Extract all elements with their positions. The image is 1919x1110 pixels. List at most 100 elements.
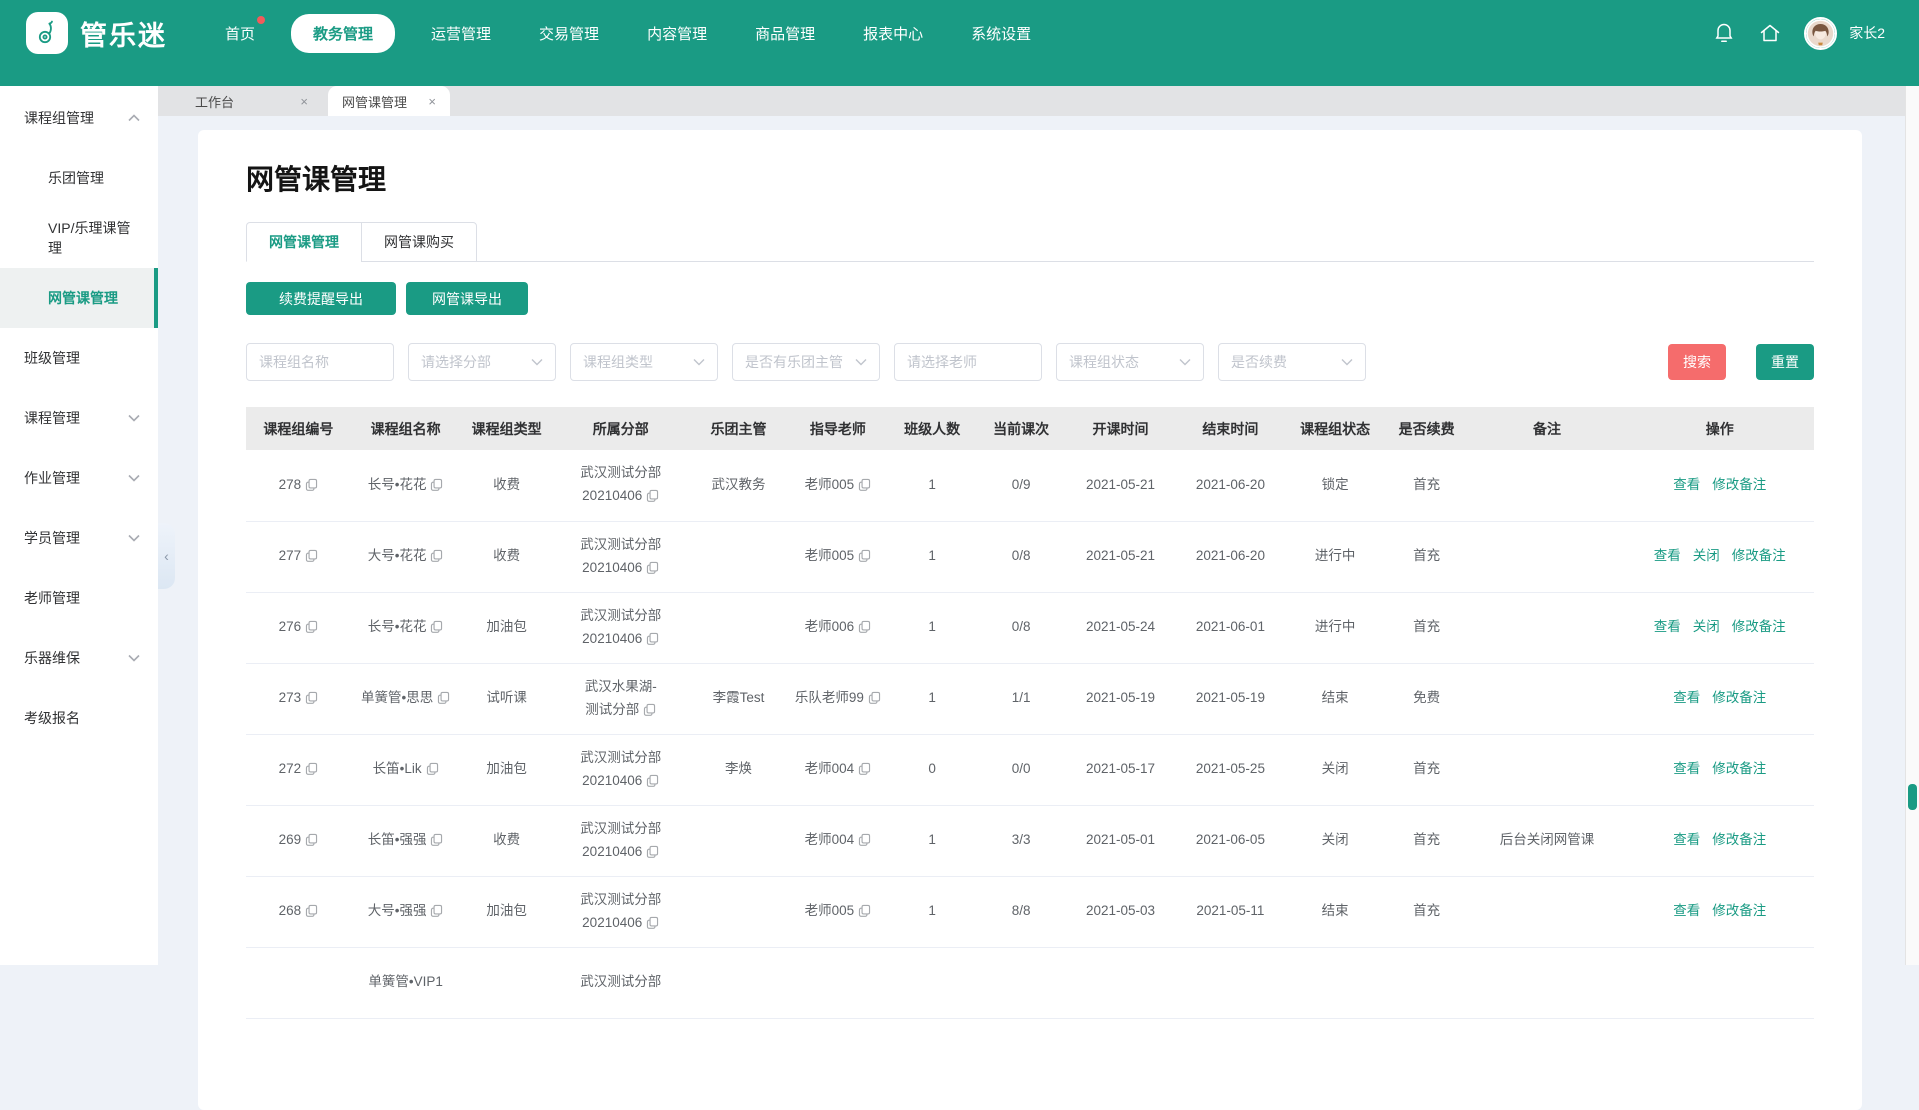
copy-icon[interactable]: [305, 620, 318, 633]
filter-group-status-select[interactable]: 课程组状态: [1056, 343, 1204, 381]
cell-type: 收费: [461, 805, 553, 876]
action-edit-remark-link[interactable]: 修改备注: [1712, 832, 1766, 847]
copy-icon[interactable]: [305, 549, 318, 562]
copy-icon[interactable]: [858, 549, 871, 562]
copy-icon[interactable]: [868, 691, 881, 704]
sidebar-item-course-group-mgmt[interactable]: 课程组管理: [0, 88, 158, 148]
action-edit-remark-link[interactable]: 修改备注: [1712, 477, 1766, 492]
copy-icon[interactable]: [305, 833, 318, 846]
username[interactable]: 家长2: [1849, 23, 1885, 43]
cell-teacher: 老师005: [788, 450, 887, 521]
window-scrollbar[interactable]: [1905, 86, 1919, 965]
user-avatar[interactable]: [1804, 17, 1837, 50]
copy-icon[interactable]: [305, 691, 318, 704]
copy-icon[interactable]: [305, 904, 318, 917]
copy-icon[interactable]: [430, 620, 443, 633]
chevron-down-icon: [855, 358, 867, 366]
copy-icon[interactable]: [858, 833, 871, 846]
nav-item-operation-mgmt[interactable]: 运营管理: [419, 14, 503, 53]
action-view-link[interactable]: 查看: [1654, 619, 1681, 634]
reset-button[interactable]: 重置: [1756, 344, 1814, 380]
sidebar-item-class-mgmt[interactable]: 班级管理: [0, 328, 158, 388]
workspace-tab-0[interactable]: 工作台×: [175, 86, 328, 116]
copy-icon[interactable]: [858, 762, 871, 775]
action-view-link[interactable]: 查看: [1673, 690, 1700, 705]
copy-icon[interactable]: [646, 632, 659, 645]
action-edit-remark-link[interactable]: 修改备注: [1712, 761, 1766, 776]
cell-teacher: 老师004: [788, 734, 887, 805]
chevron-down-icon: [1179, 358, 1191, 366]
cell-renew: 首充: [1385, 734, 1469, 805]
nav-item-system-settings[interactable]: 系统设置: [959, 14, 1043, 53]
cell-start: 2021-05-21: [1066, 521, 1176, 592]
copy-icon[interactable]: [643, 703, 656, 716]
action-view-link[interactable]: 查看: [1673, 832, 1700, 847]
copy-icon[interactable]: [858, 620, 871, 633]
sidebar-item-student-mgmt[interactable]: 学员管理: [0, 508, 158, 568]
action-edit-remark-link[interactable]: 修改备注: [1712, 903, 1766, 918]
cell-actions: 查看关闭修改备注: [1626, 521, 1814, 592]
renew-export-button[interactable]: 续费提醒导出: [246, 282, 396, 315]
copy-icon[interactable]: [646, 916, 659, 929]
filter-renew-select[interactable]: 是否续费: [1218, 343, 1366, 381]
copy-icon[interactable]: [305, 478, 318, 491]
action-close-link[interactable]: 关闭: [1693, 548, 1720, 563]
action-view-link[interactable]: 查看: [1673, 477, 1700, 492]
nav-item-home[interactable]: 首页: [213, 14, 267, 53]
workspace-tab-1[interactable]: 网管课管理×: [328, 86, 450, 116]
copy-icon[interactable]: [430, 478, 443, 491]
nav-item-trade-mgmt[interactable]: 交易管理: [527, 14, 611, 53]
action-view-link[interactable]: 查看: [1654, 548, 1681, 563]
copy-icon[interactable]: [646, 774, 659, 787]
nav-item-goods-mgmt[interactable]: 商品管理: [743, 14, 827, 53]
close-icon[interactable]: ×: [300, 94, 308, 109]
cell-actions: [1626, 947, 1814, 1018]
action-view-link[interactable]: 查看: [1673, 761, 1700, 776]
copy-icon[interactable]: [858, 904, 871, 917]
copy-icon[interactable]: [430, 549, 443, 562]
sidebar-item-exam-signup[interactable]: 考级报名: [0, 688, 158, 748]
course-table: 课程组编号课程组名称课程组类型所属分部乐团主管指导老师班级人数当前课次开课时间结…: [246, 407, 1814, 1019]
filter-group-name-input[interactable]: 课程组名称: [246, 343, 394, 381]
close-icon[interactable]: ×: [428, 94, 436, 109]
subtab-course-mgmt[interactable]: 网管课管理: [246, 222, 362, 262]
copy-icon[interactable]: [426, 762, 439, 775]
sidebar-collapse-handle[interactable]: ‹: [158, 523, 175, 589]
copy-icon[interactable]: [437, 691, 450, 704]
cell-students: [888, 947, 977, 1018]
action-view-link[interactable]: 查看: [1673, 903, 1700, 918]
sidebar-item-course-mgmt[interactable]: 课程管理: [0, 388, 158, 448]
nav-item-report-center[interactable]: 报表中心: [851, 14, 935, 53]
home-icon[interactable]: [1758, 21, 1782, 45]
copy-icon[interactable]: [646, 845, 659, 858]
filter-teacher-input[interactable]: 请选择老师: [894, 343, 1042, 381]
copy-icon[interactable]: [646, 489, 659, 502]
copy-icon[interactable]: [430, 904, 443, 917]
course-export-button[interactable]: 网管课导出: [406, 282, 528, 315]
scrollbar-thumb[interactable]: [1908, 784, 1917, 810]
nav-item-content-mgmt[interactable]: 内容管理: [635, 14, 719, 53]
copy-icon[interactable]: [858, 478, 871, 491]
subtab-course-purchase[interactable]: 网管课购买: [361, 222, 477, 262]
col-header-progress: 当前课次: [977, 407, 1066, 450]
action-edit-remark-link[interactable]: 修改备注: [1712, 690, 1766, 705]
sidebar-item-orchestra-mgmt[interactable]: 乐团管理: [0, 148, 158, 208]
cell-remark: [1469, 521, 1626, 592]
sidebar-item-teacher-mgmt[interactable]: 老师管理: [0, 568, 158, 628]
filter-has-leader-select[interactable]: 是否有乐团主管: [732, 343, 880, 381]
filter-branch-select[interactable]: 请选择分部: [408, 343, 556, 381]
sidebar-item-homework-mgmt[interactable]: 作业管理: [0, 448, 158, 508]
bell-icon[interactable]: [1712, 21, 1736, 45]
sidebar-item-online-course-mgmt[interactable]: 网管课管理: [0, 268, 158, 328]
filter-group-type-select[interactable]: 课程组类型: [570, 343, 718, 381]
copy-icon[interactable]: [430, 833, 443, 846]
search-button[interactable]: 搜索: [1668, 344, 1726, 380]
sidebar-item-instrument-maintenance[interactable]: 乐器维保: [0, 628, 158, 688]
copy-icon[interactable]: [305, 762, 318, 775]
nav-item-edu-mgmt[interactable]: 教务管理: [291, 14, 395, 53]
action-close-link[interactable]: 关闭: [1693, 619, 1720, 634]
action-edit-remark-link[interactable]: 修改备注: [1732, 548, 1786, 563]
sidebar-item-vip-theory-mgmt[interactable]: VIP/乐理课管理: [0, 208, 158, 268]
copy-icon[interactable]: [646, 561, 659, 574]
action-edit-remark-link[interactable]: 修改备注: [1732, 619, 1786, 634]
